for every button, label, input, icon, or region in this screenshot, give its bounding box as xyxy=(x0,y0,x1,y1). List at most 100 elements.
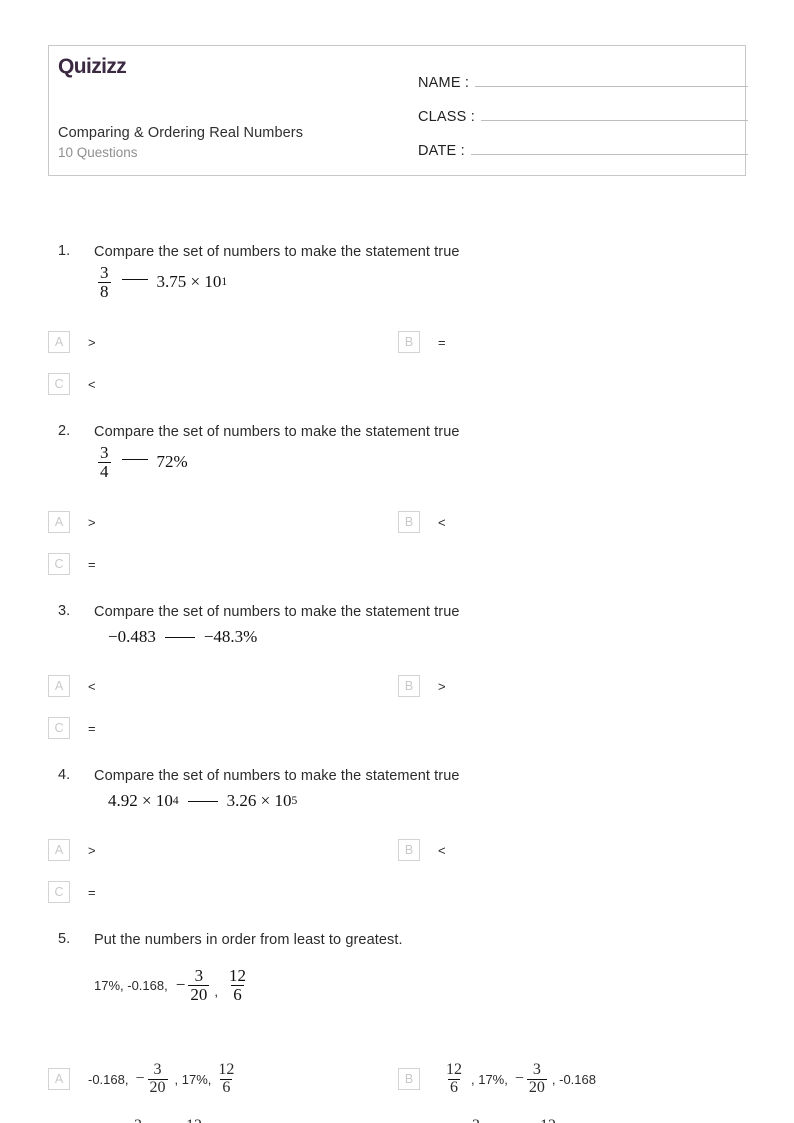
expression-left-operand: 4.92 × 10 xyxy=(108,791,173,811)
question-4-prompt: Compare the set of numbers to make the s… xyxy=(94,768,460,784)
option-b[interactable]: B = xyxy=(398,327,748,357)
question-4: 4. Compare the set of numbers to make th… xyxy=(48,767,748,814)
answer-blank xyxy=(121,458,148,460)
option-b[interactable]: B < xyxy=(398,835,748,865)
fraction-three-twentieths: 3 20 xyxy=(466,1118,486,1123)
expression-left-operand: −0.483 xyxy=(108,627,156,647)
option-a-label: > xyxy=(88,514,96,530)
option-a-lead: -0.168, xyxy=(88,1071,129,1087)
option-d[interactable]: D 3 20 12 6 xyxy=(398,1118,748,1123)
option-b[interactable]: B < xyxy=(398,507,748,537)
option-b[interactable]: B > xyxy=(398,671,748,701)
option-row: A > B < xyxy=(48,835,748,865)
question-4-expression: 4.92 × 10 4 3.26 × 10 5 xyxy=(108,791,298,811)
question-4-header: 4. Compare the set of numbers to make th… xyxy=(48,767,748,785)
option-c-badge: C xyxy=(48,717,70,739)
option-b-badge: B xyxy=(398,1068,420,1091)
option-c-badge: C xyxy=(48,553,70,575)
question-5-header: 5. Put the numbers in order from least t… xyxy=(48,931,748,949)
option-c[interactable]: C = xyxy=(48,877,398,907)
option-b-label: 12 6 , 17%, − 3 20 , -0.168 xyxy=(438,1061,596,1096)
fraction-three-eighths: 3 8 xyxy=(98,263,111,301)
option-c-badge: C xyxy=(48,373,70,395)
question-2-number: 2. xyxy=(58,423,71,439)
option-c-label: = xyxy=(88,556,96,572)
worksheet-header: Quizizz Comparing & Ordering Real Number… xyxy=(48,45,748,176)
minus-sign: − xyxy=(514,1070,524,1088)
expression-right-operand: 72% xyxy=(156,452,188,472)
option-b[interactable]: B 12 6 , 17%, − 3 20 , -0.168 xyxy=(398,1061,748,1096)
question-3-expression: −0.483 −48.3% xyxy=(94,624,748,650)
fraction-twelve-sixths: 12 6 xyxy=(218,1061,235,1096)
option-row: A > B < xyxy=(48,507,748,537)
option-row: C < xyxy=(48,369,748,399)
date-field-input[interactable] xyxy=(470,140,748,155)
option-b-tail: , -0.168 xyxy=(551,1071,596,1087)
option-b-badge: B xyxy=(398,675,420,697)
question-count-label: 10 Questions xyxy=(58,145,138,160)
fraction-twelve-sixths: 12 6 xyxy=(446,1061,462,1096)
name-field-input[interactable] xyxy=(475,72,748,87)
question-2-options: A > B < C = xyxy=(48,507,748,579)
class-field-row: CLASS : xyxy=(418,106,748,125)
minus-sign: − xyxy=(175,975,186,995)
question-1-prompt: Compare the set of numbers to make the s… xyxy=(94,244,460,260)
option-a-badge: A xyxy=(48,331,70,353)
fraction-three-fourths: 3 4 xyxy=(98,443,111,481)
fraction-three-twentieths: 3 20 xyxy=(128,1118,148,1123)
option-c-badge: C xyxy=(48,881,70,903)
option-b-label: < xyxy=(438,842,446,858)
class-field-input[interactable] xyxy=(481,106,748,121)
option-a[interactable]: A < xyxy=(48,671,398,701)
fraction-three-twentieths: 3 20 xyxy=(526,1061,547,1096)
option-b-label: > xyxy=(438,678,446,694)
option-c[interactable]: C = xyxy=(48,549,398,579)
option-a-label: -0.168, − 3 20 , 17%, 12 6 xyxy=(88,1061,238,1096)
question-2-prompt: Compare the set of numbers to make the s… xyxy=(94,424,460,440)
minus-sign: − xyxy=(135,1070,145,1088)
option-a-label: > xyxy=(88,334,96,350)
option-b-label: < xyxy=(438,514,446,530)
question-1-options: A > B = C < xyxy=(48,327,748,399)
option-c-label: = xyxy=(88,884,96,900)
option-a[interactable]: A > xyxy=(48,835,398,865)
sequence-separator: , xyxy=(214,983,218,999)
question-2-header: 2. Compare the set of numbers to make th… xyxy=(48,423,748,441)
question-5-prompt: Put the numbers in order from least to g… xyxy=(94,932,403,948)
option-a[interactable]: A > xyxy=(48,327,398,357)
question-4-number: 4. xyxy=(58,767,71,783)
answer-blank xyxy=(164,636,195,638)
option-row: C = xyxy=(48,713,748,743)
fraction-twelve-sixths: 12 6 xyxy=(184,1118,204,1123)
option-row: A < B > xyxy=(48,671,748,701)
fraction-twelve-sixths: 12 6 xyxy=(538,1118,558,1123)
option-a-badge: A xyxy=(48,675,70,697)
question-5-options: A -0.168, − 3 20 , 17%, 12 6 B 12 6 , 17… xyxy=(48,1061,748,1123)
question-2: 2. Compare the set of numbers to make th… xyxy=(48,423,748,480)
question-3-header: 3. Compare the set of numbers to make th… xyxy=(48,603,748,621)
option-a-label: > xyxy=(88,842,96,858)
option-c[interactable]: C = xyxy=(48,713,398,743)
question-5: 5. Put the numbers in order from least t… xyxy=(48,931,748,1003)
option-b-badge: B xyxy=(398,331,420,353)
option-c[interactable]: C 3 20 12 6 xyxy=(48,1118,398,1123)
option-row: A > B = xyxy=(48,327,748,357)
option-a-badge: A xyxy=(48,839,70,861)
name-field-row: NAME : xyxy=(418,72,748,91)
option-a[interactable]: A > xyxy=(48,507,398,537)
question-1: 1. Compare the set of numbers to make th… xyxy=(48,243,748,300)
fraction-three-twentieths: 3 20 xyxy=(188,966,210,1004)
option-c[interactable]: C < xyxy=(48,369,398,399)
answer-blank xyxy=(187,800,218,802)
option-c-label: = xyxy=(88,720,96,736)
option-row: C = xyxy=(48,549,748,579)
question-3-number: 3. xyxy=(58,603,71,619)
option-b-badge: B xyxy=(398,839,420,861)
question-3: 3. Compare the set of numbers to make th… xyxy=(48,603,748,650)
option-c-label: < xyxy=(88,376,96,392)
option-a-label: < xyxy=(88,678,96,694)
question-1-number: 1. xyxy=(58,243,71,259)
date-field-row: DATE : xyxy=(418,140,748,159)
option-a[interactable]: A -0.168, − 3 20 , 17%, 12 6 xyxy=(48,1061,398,1096)
worksheet-page: Quizizz Comparing & Ordering Real Number… xyxy=(0,0,794,1123)
